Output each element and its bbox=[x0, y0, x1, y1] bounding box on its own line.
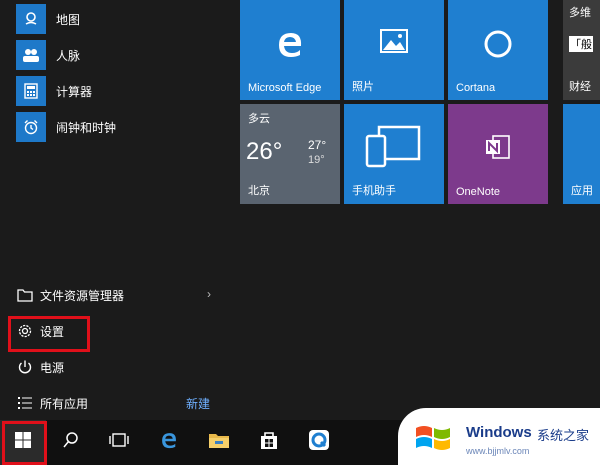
weather-high: 27° bbox=[308, 138, 327, 152]
phone-tablet-icon bbox=[344, 124, 444, 168]
weather-condition: 多云 bbox=[248, 113, 270, 125]
edge-icon bbox=[240, 28, 340, 60]
news-label: 财经 bbox=[569, 81, 591, 93]
app-item-alarms[interactable]: 闹钟和时钟 bbox=[0, 110, 233, 144]
task-view-button[interactable] bbox=[96, 420, 142, 465]
tile-label: Microsoft Edge bbox=[248, 82, 322, 94]
tile-onenote[interactable]: OneNote bbox=[448, 104, 548, 204]
tile-label: 应用 bbox=[571, 185, 593, 197]
app-label: 计算器 bbox=[56, 84, 93, 99]
tiles-area: Microsoft Edge 照片 Cortana 多维 「般 财经 多云 26… bbox=[233, 0, 600, 420]
settings-highlight-box bbox=[8, 316, 90, 352]
tile-label: 北京 bbox=[248, 185, 270, 197]
power-label: 电源 bbox=[40, 361, 65, 375]
folder-icon bbox=[208, 431, 230, 454]
tile-phone-companion[interactable]: 手机助手 bbox=[344, 104, 444, 204]
tile-label: OneNote bbox=[456, 186, 501, 198]
file-explorer-label: 文件资源管理器 bbox=[40, 289, 125, 303]
search-button[interactable] bbox=[48, 420, 94, 465]
taskbar-store-button[interactable] bbox=[246, 420, 292, 465]
all-apps-label: 所有应用 bbox=[40, 397, 89, 411]
task-view-icon bbox=[109, 432, 129, 453]
all-apps-item[interactable]: 所有应用 新建 bbox=[0, 386, 233, 420]
tile-photos[interactable]: 照片 bbox=[344, 0, 444, 100]
taskbar-browser-button[interactable] bbox=[296, 420, 342, 465]
onenote-icon bbox=[448, 132, 548, 162]
news-snippet: 「般 bbox=[569, 36, 593, 52]
edge-icon bbox=[159, 430, 179, 455]
tile-news[interactable]: 多维 「般 财经 bbox=[563, 0, 600, 100]
store-bag-icon bbox=[259, 430, 279, 455]
app-label: 人脉 bbox=[56, 48, 81, 63]
app-item-calculator[interactable]: 计算器 bbox=[0, 74, 233, 108]
map-icon bbox=[16, 4, 46, 34]
file-explorer-item[interactable]: 文件资源管理器 › bbox=[0, 278, 233, 312]
start-menu-left-column: 地图 人脉 计算器 闹钟和时钟 文件资源管理器 › 设置 电源 所有应用 新建 bbox=[0, 0, 233, 420]
tile-store[interactable]: 应用 bbox=[563, 104, 600, 204]
chevron-right-icon[interactable]: › bbox=[207, 287, 211, 301]
cortana-icon bbox=[448, 28, 548, 60]
tile-label: Cortana bbox=[456, 82, 496, 94]
taskbar-file-explorer-button[interactable] bbox=[196, 420, 242, 465]
weather-low: 19° bbox=[308, 154, 325, 166]
app-label: 地图 bbox=[56, 12, 81, 27]
app-item-people[interactable]: 人脉 bbox=[0, 38, 233, 72]
new-badge[interactable]: 新建 bbox=[186, 395, 210, 412]
power-item[interactable]: 电源 bbox=[0, 350, 233, 384]
folder-icon bbox=[16, 286, 34, 304]
tile-cortana[interactable]: Cortana bbox=[448, 0, 548, 100]
windows-flag-logo-icon bbox=[414, 422, 454, 459]
news-title: 多维 bbox=[569, 7, 591, 19]
people-icon bbox=[16, 40, 46, 70]
tile-label: 手机助手 bbox=[352, 185, 396, 197]
tile-label: 照片 bbox=[352, 81, 374, 93]
browser-q-icon bbox=[308, 429, 330, 456]
watermark-brand-cn: 系统之家 bbox=[537, 428, 590, 443]
alarm-clock-icon bbox=[16, 112, 46, 142]
app-label: 闹钟和时钟 bbox=[56, 120, 117, 135]
weather-temperature: 26° bbox=[246, 138, 283, 165]
power-icon bbox=[16, 358, 34, 376]
start-button-highlight-box bbox=[2, 421, 47, 465]
tile-edge[interactable]: Microsoft Edge bbox=[240, 0, 340, 100]
tile-weather[interactable]: 多云 26° 27° 19° 北京 bbox=[240, 104, 340, 204]
calculator-icon bbox=[16, 76, 46, 106]
list-icon bbox=[16, 394, 34, 412]
photos-icon bbox=[344, 28, 444, 54]
app-item-maps[interactable]: 地图 bbox=[0, 2, 233, 36]
watermark-brand: Windows bbox=[466, 424, 532, 441]
taskbar-edge-button[interactable] bbox=[146, 420, 192, 465]
watermark-url: www.bjjmlv.com bbox=[466, 446, 530, 456]
search-icon bbox=[62, 431, 80, 454]
